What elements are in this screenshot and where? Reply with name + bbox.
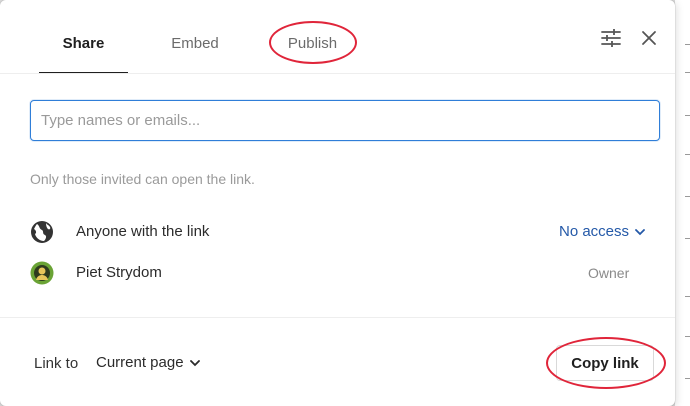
tab-embed[interactable]: Embed [150, 23, 240, 73]
invite-input[interactable] [30, 100, 660, 141]
background-tick [685, 115, 690, 116]
link-target-dropdown[interactable]: Current page [96, 354, 200, 371]
settings-button[interactable] [599, 26, 623, 50]
background-tick [685, 72, 690, 73]
avatar-icon [30, 261, 54, 285]
anyone-with-link-label: Anyone with the link [76, 223, 210, 240]
chevron-down-icon [635, 229, 645, 236]
copy-link-button[interactable]: Copy link [556, 345, 654, 381]
access-row-owner: Piet Strydom Owner [30, 260, 650, 286]
link-access-dropdown[interactable]: No access [559, 223, 645, 240]
background-tick [685, 336, 690, 337]
share-dialog: Share Embed Publish Type names or emails… [0, 0, 675, 406]
owner-role: Owner [588, 265, 630, 281]
tab-bar: Share Embed Publish [0, 0, 675, 74]
close-button[interactable] [637, 26, 661, 50]
background-tick [685, 296, 690, 297]
link-target-value: Current page [96, 354, 184, 371]
background-tick [685, 378, 690, 379]
sliders-icon [601, 29, 621, 47]
background-tick [685, 238, 690, 239]
tab-share[interactable]: Share [39, 23, 128, 74]
access-row-anyone: Anyone with the link No access [30, 219, 650, 245]
globe-icon [31, 221, 53, 243]
owner-name: Piet Strydom [76, 264, 162, 281]
footer-divider [0, 317, 675, 318]
link-access-value: No access [559, 223, 630, 240]
close-icon [642, 31, 656, 45]
background-tick [685, 44, 690, 45]
background-tick [685, 154, 690, 155]
background-tick [685, 196, 690, 197]
link-to-label: Link to [34, 355, 79, 372]
tab-divider [0, 73, 675, 74]
background-page-edge [675, 0, 690, 406]
chevron-down-icon [189, 360, 200, 367]
invite-hint: Only those invited can open the link. [30, 171, 255, 187]
tab-publish[interactable]: Publish [265, 23, 360, 73]
